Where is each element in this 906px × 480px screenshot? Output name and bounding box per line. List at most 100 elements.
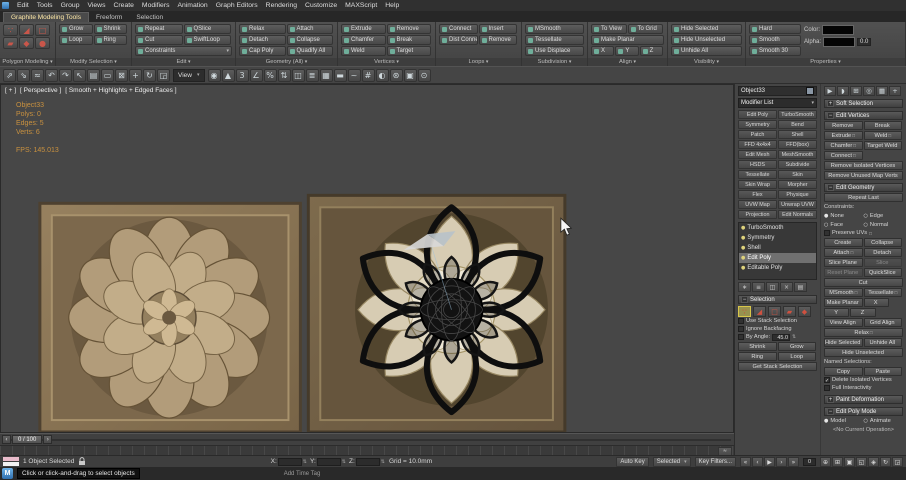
edit-geometry-button[interactable]: Hide Unselected (824, 348, 903, 357)
edit-geometry-button[interactable]: Tessellate □ (863, 288, 902, 297)
edit-geometry-button[interactable]: MSmooth □ (824, 288, 863, 297)
key-filters-button[interactable]: Key Filters... (694, 456, 736, 467)
paint-deformation-rollout-header[interactable]: + Paint Deformation (824, 395, 903, 404)
ribbon-button[interactable]: Cut (135, 35, 183, 45)
repeat-last-button[interactable]: Repeat Last (824, 193, 903, 202)
ribbon-button[interactable]: Relax (239, 24, 286, 34)
ribbon-tab[interactable]: Freeform (89, 13, 129, 22)
edit-geometry-button[interactable]: Reset Plane (824, 268, 863, 277)
object-color-swatch[interactable] (806, 87, 814, 95)
zoom-region-icon[interactable]: ◱ (856, 456, 867, 467)
object-mode-icon[interactable]: ● (35, 37, 50, 49)
percent-snap-icon[interactable]: % (263, 68, 277, 82)
ribbon-button[interactable]: Chamfer (341, 35, 386, 45)
menu-item[interactable]: Create (110, 2, 138, 9)
ribbon-button[interactable]: Remove (478, 35, 517, 45)
edit-poly-mode-header[interactable]: − Edit Poly Mode (824, 407, 903, 416)
zoom-all-icon[interactable]: ⊞ (832, 456, 843, 467)
viewport-menu-plus[interactable]: [ + ] (5, 87, 16, 94)
max-app-badge[interactable]: M (2, 468, 13, 479)
edit-geometry-button[interactable]: Make Planar (824, 298, 863, 307)
time-slider-handle[interactable]: 0 / 100 (12, 435, 43, 444)
menu-item[interactable]: Views (83, 2, 109, 9)
make-unique-icon[interactable]: ◫ (766, 282, 779, 292)
reference-coordinate-dropdown[interactable]: View (173, 68, 205, 82)
menu-item[interactable]: Edit (13, 2, 33, 9)
modifier-button[interactable]: FFD(box) (778, 140, 817, 149)
modifier-stack-item[interactable]: Edit Poly (739, 253, 816, 263)
ribbon-button[interactable]: X (591, 46, 615, 56)
polygon-subobject-icon[interactable]: ▰ (783, 306, 796, 317)
maxscript-mini-listener[interactable] (3, 457, 19, 466)
by-angle-value[interactable]: 45.0 (772, 333, 791, 341)
undo-icon[interactable]: ↶ (45, 68, 58, 82)
edit-geometry-button[interactable]: Grid Align (863, 318, 902, 327)
menu-item[interactable]: Tools (33, 2, 57, 9)
show-end-result-icon[interactable]: ≡ (752, 282, 765, 292)
coordinate-field[interactable]: Z: ⇅ (349, 457, 385, 466)
coordinate-value[interactable] (316, 457, 341, 466)
edit-vertices-button[interactable]: Weld □ (863, 131, 902, 140)
edit-vertices-button[interactable]: Remove Isolated Vertices (824, 161, 903, 170)
mirror-icon[interactable]: ◫ (291, 68, 305, 82)
bind-to-spacewarp-icon[interactable]: ≈ (31, 68, 44, 82)
orbit-icon[interactable]: ↻ (880, 456, 891, 467)
spinner-icon[interactable]: ⇅ (342, 459, 346, 465)
ribbon-button[interactable]: SwiftLoop (183, 35, 231, 45)
ribbon-button[interactable]: Attach (286, 24, 333, 34)
go-to-start-icon[interactable]: « (740, 456, 751, 467)
modifier-button[interactable]: Bend (778, 120, 817, 129)
ribbon-toggle-icon[interactable]: ▬ (333, 68, 347, 82)
border-subobject-icon[interactable]: □ (768, 306, 781, 317)
selection-button[interactable]: Loop (777, 352, 816, 361)
edit-vertices-button[interactable]: Connect □ (824, 151, 863, 160)
ribbon-tab[interactable]: Graphite Modeling Tools (3, 12, 89, 22)
rollout-toggle-icon[interactable]: + (827, 100, 834, 107)
modifier-button[interactable]: FFD 4x4x4 (738, 140, 777, 149)
ribbon-panel-title[interactable]: Visibility (668, 58, 745, 66)
spinner-icon[interactable]: ⇅ (303, 459, 307, 465)
object-name-field[interactable]: Object33 (738, 86, 817, 96)
stone-tile-left[interactable] (38, 201, 302, 432)
ribbon-button[interactable]: Unhide All (671, 46, 742, 56)
select-manipulate-icon[interactable]: ▲ (221, 68, 235, 82)
coordinate-field[interactable]: Y: ⇅ (310, 457, 346, 466)
zoom-icon[interactable]: ⊕ (820, 456, 831, 467)
render-setup-icon[interactable]: ⊛ (389, 68, 403, 82)
previous-frame-nub[interactable]: ‹ (2, 435, 11, 444)
layer-manager-icon[interactable]: ▦ (319, 68, 333, 82)
rollout-toggle-icon[interactable]: − (827, 184, 834, 191)
edit-geometry-button[interactable]: Z (850, 308, 876, 317)
play-icon[interactable]: ▶ (764, 456, 775, 467)
next-frame-nub[interactable]: › (43, 435, 53, 444)
polygon-mode-icon[interactable]: ▰ (3, 37, 18, 49)
select-move-icon[interactable]: + (129, 68, 142, 82)
curve-editor-icon[interactable]: ~ (347, 68, 361, 82)
viewport-scene[interactable] (1, 85, 733, 432)
settings-box-icon[interactable]: □ (855, 290, 858, 295)
edge-subobject-icon[interactable]: ◢ (753, 306, 766, 317)
ribbon-button[interactable]: Insert (478, 24, 517, 34)
selection-set-dropdown[interactable]: Selected (652, 456, 691, 467)
render-production-icon[interactable]: ⊙ (417, 68, 431, 82)
by-angle-checkbox[interactable]: By Angle: 45.0 ⇅ (738, 333, 817, 341)
edit-geometry-checkbox[interactable]: ✓ Delete Isolated Vertices (824, 376, 903, 384)
modifier-button[interactable]: Edit Mesh (738, 150, 777, 159)
modifier-list-dropdown[interactable]: Modifier List (738, 98, 817, 108)
select-and-link-icon[interactable]: ⇗ (3, 68, 16, 82)
border-mode-icon[interactable]: □ (35, 24, 50, 36)
ribbon-button[interactable]: Detach (239, 35, 286, 45)
settings-box-icon[interactable]: □ (850, 250, 853, 255)
ribbon-button[interactable]: Tessellate (525, 35, 584, 45)
edit-vertices-button[interactable]: Break (863, 121, 902, 130)
menu-item[interactable]: Animation (173, 2, 211, 9)
element-mode-icon[interactable]: ◆ (19, 37, 34, 49)
current-frame-field[interactable]: 0 (803, 457, 816, 466)
ribbon-panel-title[interactable]: Vertices (338, 58, 435, 66)
edit-geometry-button[interactable]: Cut (824, 278, 903, 287)
modifier-button[interactable]: Edit Poly (738, 110, 777, 119)
modifier-button[interactable]: TurboSmooth (778, 110, 817, 119)
viewport-menu-view[interactable]: [ Perspective ] (20, 87, 61, 94)
redo-icon[interactable]: ↷ (59, 68, 72, 82)
utilities-tab-icon[interactable]: + (889, 86, 901, 96)
